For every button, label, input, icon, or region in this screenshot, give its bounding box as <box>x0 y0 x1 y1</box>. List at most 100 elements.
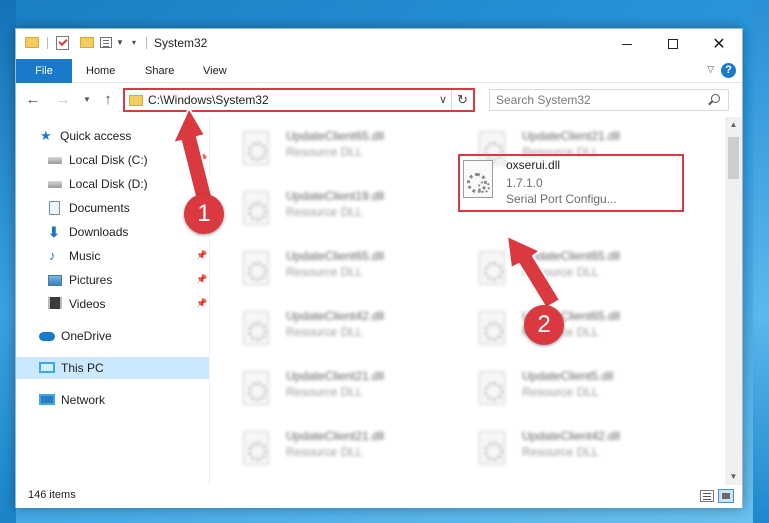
list-item[interactable]: UpdateClient42.dll Resource DLL <box>449 425 649 471</box>
pin-icon[interactable]: 📌 <box>196 154 207 165</box>
minimize-button[interactable] <box>604 29 650 59</box>
network-icon <box>39 394 55 405</box>
list-item[interactable]: UpdateClient5.dll Resource DLL <box>449 365 649 411</box>
file-name: UpdateClient21.dll <box>286 429 385 443</box>
close-button[interactable]: ✕ <box>696 29 742 59</box>
sidebar-item-local-disk-d[interactable]: Local Disk (D:) 📌 <box>16 173 209 195</box>
pin-icon[interactable]: 📌 <box>196 250 207 261</box>
status-bar: 146 items <box>16 485 742 508</box>
sidebar-item-label: This PC <box>61 361 104 375</box>
music-icon: ♪ <box>49 248 56 263</box>
sidebar-item-label: Pictures <box>69 273 113 287</box>
file-name: UpdateClient21.dll <box>522 129 621 143</box>
dll-file-icon <box>479 251 505 285</box>
file-explorer-window: ▼ ▾ System32 ✕ File Home Share View ▽ ? … <box>15 28 743 508</box>
tab-file[interactable]: File <box>16 59 72 83</box>
dll-file-icon <box>243 371 269 405</box>
up-button[interactable]: ↑ <box>99 90 117 110</box>
folder-icon <box>25 37 39 48</box>
sidebar-item-label: Documents <box>69 201 130 215</box>
file-type: Resource DLL <box>522 385 599 399</box>
sidebar-item-onedrive[interactable]: OneDrive <box>16 325 209 347</box>
list-item[interactable]: UpdateClient21.dll Resource DLL <box>213 425 413 471</box>
back-button[interactable]: ← <box>24 90 42 110</box>
window-title: System32 <box>154 36 208 50</box>
tab-view[interactable]: View <box>203 59 227 83</box>
sidebar-item-downloads[interactable]: ⬇ Downloads 📌 <box>16 221 209 243</box>
list-item[interactable]: UpdateClient65.dll Resource DLL <box>213 245 413 291</box>
file-name: UpdateClient19.dll <box>286 189 385 203</box>
star-icon: ★ <box>40 128 52 143</box>
view-options-icon[interactable] <box>100 37 112 48</box>
chevron-down-icon[interactable]: ▼ <box>116 38 124 47</box>
pin-icon[interactable]: 📌 <box>196 178 207 189</box>
minimize-icon <box>622 43 632 45</box>
search-box[interactable] <box>489 89 729 111</box>
list-item[interactable]: UpdateClient65.dll Resource DLL <box>213 125 413 171</box>
scrollbar-thumb[interactable] <box>728 137 739 179</box>
pc-icon <box>39 362 55 373</box>
forward-button[interactable]: → <box>54 90 72 110</box>
file-type: Resource DLL <box>286 265 363 279</box>
sidebar-item-music[interactable]: ♪ Music 📌 <box>16 245 209 267</box>
refresh-button[interactable]: ↻ <box>451 90 473 110</box>
list-item[interactable]: UpdateClient19.dll Resource DLL <box>213 185 413 231</box>
maximize-button[interactable] <box>650 29 696 59</box>
sidebar-item-label: Local Disk (D:) <box>69 177 148 191</box>
vertical-scrollbar[interactable]: ▲ ▼ <box>725 117 742 485</box>
sidebar-item-this-pc[interactable]: This PC <box>16 357 209 379</box>
download-icon: ⬇ <box>48 224 60 240</box>
pin-icon[interactable]: 📌 <box>196 274 207 285</box>
new-folder-icon[interactable] <box>80 37 94 48</box>
tab-home[interactable]: Home <box>86 59 115 83</box>
sidebar-item-label: Quick access <box>60 129 132 143</box>
dll-file-icon <box>479 311 505 345</box>
dll-file-icon <box>243 191 269 225</box>
desktop-background-left <box>0 0 16 523</box>
scroll-up-icon[interactable]: ▲ <box>725 117 742 133</box>
search-icon[interactable] <box>711 94 720 103</box>
recent-locations-button[interactable]: ▼ <box>78 90 96 110</box>
sidebar-item-pictures[interactable]: Pictures 📌 <box>16 269 209 291</box>
item-count: 146 items <box>28 489 76 501</box>
file-type: Resource DLL <box>522 265 599 279</box>
sidebar-item-local-disk-c[interactable]: Local Disk (C:) 📌 <box>16 149 209 171</box>
help-icon[interactable]: ? <box>721 63 736 78</box>
list-item[interactable]: UpdateClient65.dll Resource DLL <box>449 245 649 291</box>
search-input[interactable] <box>496 93 696 107</box>
sidebar-item-label: Network <box>61 393 106 407</box>
list-item[interactable]: UpdateClient21.dll Resource DLL <box>213 365 413 411</box>
toolbar-divider <box>47 37 48 49</box>
file-type: Resource DLL <box>286 205 363 219</box>
large-icons-view-icon[interactable] <box>718 489 734 503</box>
properties-icon[interactable] <box>56 36 69 50</box>
step-badge-2: 2 <box>524 305 564 345</box>
file-type: Resource DLL <box>286 385 363 399</box>
chevron-down-icon[interactable]: ∨ <box>439 93 447 106</box>
file-name: UpdateClient42.dll <box>286 309 385 323</box>
customize-toolbar-icon[interactable]: ▾ <box>132 38 136 47</box>
sidebar-item-videos[interactable]: Videos 📌 <box>16 293 209 315</box>
documents-icon <box>49 201 60 215</box>
file-type: Resource DLL <box>286 325 363 339</box>
pin-icon[interactable]: 📌 <box>196 298 207 309</box>
expand-ribbon-icon[interactable]: ▽ <box>707 64 714 75</box>
ribbon-tabs: File Home Share View ▽ ? <box>16 59 742 83</box>
list-item[interactable]: UpdateClient42.dll Resource DLL <box>213 305 413 351</box>
maximize-icon <box>668 39 678 49</box>
drive-icon <box>48 157 62 164</box>
file-name: UpdateClient5.dll <box>522 369 614 383</box>
sidebar-item-documents[interactable]: Documents 📌 <box>16 197 209 219</box>
sidebar-item-network[interactable]: Network <box>16 389 209 411</box>
sidebar-item-quick-access[interactable]: ★ Quick access <box>16 125 209 147</box>
navigation-pane: ★ Quick access Local Disk (C:) 📌 Local D… <box>16 117 210 485</box>
file-name: UpdateClient65.dll <box>286 249 385 263</box>
address-path[interactable]: C:\Windows\System32 <box>148 93 269 107</box>
address-bar[interactable]: C:\Windows\System32 ∨ ↻ <box>123 88 475 112</box>
tab-share[interactable]: Share <box>145 59 174 83</box>
file-type: Resource DLL <box>286 445 363 459</box>
videos-icon <box>48 297 62 309</box>
scroll-down-icon[interactable]: ▼ <box>725 469 742 485</box>
file-name: UpdateClient42.dll <box>522 429 621 443</box>
details-view-icon[interactable] <box>700 490 714 502</box>
